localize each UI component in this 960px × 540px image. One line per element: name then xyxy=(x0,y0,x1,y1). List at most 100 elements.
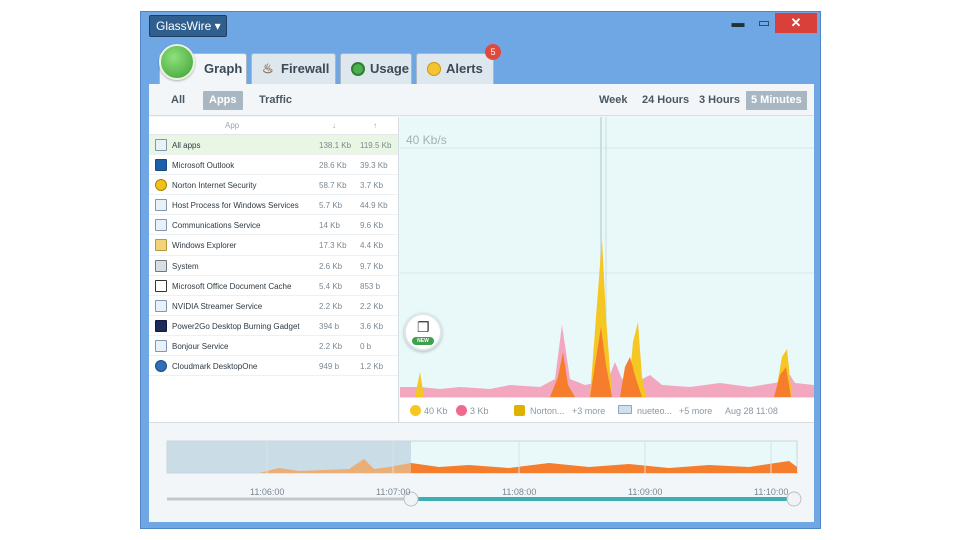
outlook-icon xyxy=(155,159,167,172)
app-name: NVIDIA Streamer Service xyxy=(172,301,263,311)
app-download: 5.4 Kb xyxy=(319,281,343,291)
document-icon xyxy=(155,279,167,292)
legend-app2[interactable]: nueteo... xyxy=(637,406,672,416)
window-icon xyxy=(155,219,167,232)
range-5-minutes[interactable]: 5 Minutes xyxy=(746,91,807,110)
timeline-label-5: 11:10:00 xyxy=(754,487,789,497)
glasswire-menu-button[interactable]: GlassWire ▾ xyxy=(149,15,227,37)
legend-app1-more[interactable]: +3 more xyxy=(572,406,605,416)
app-upload: 0 b xyxy=(360,341,372,351)
timeline-label-1: 11:06:00 xyxy=(250,487,285,497)
app-name: Bonjour Service xyxy=(172,341,229,351)
app-download: 138.1 Kb xyxy=(319,141,352,150)
system-icon xyxy=(155,259,167,272)
cloudmark-icon xyxy=(155,360,167,373)
traffic-graph[interactable]: 40 Kb/s xyxy=(400,117,814,397)
tab-graph-label: Graph xyxy=(204,61,243,76)
legend-timestamp: Aug 28 11:08 xyxy=(725,406,778,416)
range-3-hours[interactable]: 3 Hours xyxy=(694,91,745,110)
header-up[interactable]: ↑ xyxy=(373,121,377,130)
header-app[interactable]: App xyxy=(225,121,239,130)
legend-up-value: 3 Kb xyxy=(470,406,489,416)
app-upload: 9.6 Kb xyxy=(360,221,384,231)
app-name: Windows Explorer xyxy=(172,241,237,251)
app-download: 394 b xyxy=(319,321,340,331)
range-24-hours[interactable]: 24 Hours xyxy=(637,91,694,110)
app-list-row[interactable]: Norton Internet Security 58.7 Kb 3.7 Kb xyxy=(149,175,398,196)
legend-down-value: 40 Kb xyxy=(424,406,448,416)
timeline-label-3: 11:08:00 xyxy=(502,487,537,497)
app-upload: 119.5 Kb xyxy=(360,141,392,150)
app-list-row[interactable]: Microsoft Office Document Cache 5.4 Kb 853… xyxy=(149,276,398,296)
app-upload: 3.6 Kb xyxy=(360,321,384,331)
app-name: Norton Internet Security xyxy=(172,181,257,191)
timeline-canvas[interactable] xyxy=(149,423,814,523)
app-list-row[interactable]: All apps 138.1 Kb 119.5 Kb xyxy=(149,135,398,156)
download-dot-icon xyxy=(410,405,421,416)
app-upload: 3.7 Kb xyxy=(360,181,384,191)
app-list-row[interactable]: Bonjour Service 2.2 Kb 0 b xyxy=(149,336,398,357)
timeline-label-2: 11:07:00 xyxy=(376,487,411,497)
app-name: Communications Service xyxy=(172,221,261,231)
app-list-row[interactable]: System 2.6 Kb 9.7 Kb xyxy=(149,256,398,276)
filter-apps[interactable]: Apps xyxy=(203,91,243,110)
legend-app1[interactable]: Norton... xyxy=(530,406,565,416)
app-list-row[interactable]: Windows Explorer 17.3 Kb 4.4 Kb xyxy=(149,235,398,256)
app-upload: 2.2 Kb xyxy=(360,301,384,311)
filter-all[interactable]: All xyxy=(165,91,191,110)
app-upload: 39.3 Kb xyxy=(360,161,388,171)
app-download: 2.2 Kb xyxy=(319,301,343,311)
minimize-button[interactable]: ▬ xyxy=(727,13,749,33)
glasswire-logo-icon xyxy=(159,44,195,80)
app-name: Power2Go Desktop Burning Gadget xyxy=(172,321,300,331)
header-down[interactable]: ↓ xyxy=(332,121,336,130)
app-upload: 44.9 Kb xyxy=(360,201,388,211)
upload-dot-icon xyxy=(456,405,467,416)
window-icon xyxy=(155,299,167,312)
timeline-label-4: 11:09:00 xyxy=(628,487,663,497)
new-badge: NEW xyxy=(412,337,434,345)
graph-panel: All Apps Traffic Week 24 Hours 3 Hours 5… xyxy=(149,84,814,522)
timeline-end-handle[interactable] xyxy=(786,491,802,507)
app-upload: 1.2 Kb xyxy=(360,362,384,372)
new-app-pin[interactable]: ❐ NEW xyxy=(404,313,442,351)
app-name: Host Process for Windows Services xyxy=(172,201,299,211)
tab-usage[interactable]: Usage xyxy=(340,53,412,84)
app-list-row[interactable]: Power2Go Desktop Burning Gadget 394 b 3.6 … xyxy=(149,316,398,336)
legend-app2-more[interactable]: +5 more xyxy=(679,406,712,416)
explorer-icon xyxy=(155,239,167,252)
app-list-row[interactable]: Cloudmark DesktopOne 949 b 1.2 Kb xyxy=(149,356,398,377)
app-list-row[interactable]: Microsoft Outlook 28.6 Kb 39.3 Kb xyxy=(149,155,398,176)
filter-traffic[interactable]: Traffic xyxy=(253,91,298,110)
app-list-row[interactable]: Communications Service 14 Kb 9.6 Kb xyxy=(149,215,398,236)
tab-alerts[interactable]: Alerts xyxy=(416,53,494,84)
close-button[interactable]: ✕ xyxy=(775,13,817,33)
app-list-row[interactable]: Host Process for Windows Services 5.7 Kb 4… xyxy=(149,195,398,216)
app-upload: 853 b xyxy=(360,281,381,291)
timeline-past-shade xyxy=(167,441,411,473)
tab-firewall[interactable]: ♨ Firewall xyxy=(251,53,336,84)
maximize-button[interactable]: ▭ xyxy=(753,13,775,33)
window-icon xyxy=(618,405,632,414)
glasswire-window: GlassWire ▾ ▬ ▭ ✕ Graph ♨ Firewall Usage… xyxy=(140,11,821,529)
app-download: 2.6 Kb xyxy=(319,261,343,271)
app-download: 14 Kb xyxy=(319,221,340,231)
timeline-overview: 11:06:00 11:07:00 11:08:00 11:09:00 11:1… xyxy=(149,422,814,522)
norton-icon xyxy=(514,405,525,416)
app-upload: 4.4 Kb xyxy=(360,241,384,251)
app-download: 58.7 Kb xyxy=(319,181,347,191)
app-list-row[interactable]: NVIDIA Streamer Service 2.2 Kb 2.2 Kb xyxy=(149,296,398,316)
graph-toolbar: All Apps Traffic Week 24 Hours 3 Hours 5… xyxy=(149,84,814,116)
app-name: System xyxy=(172,261,199,271)
range-week[interactable]: Week xyxy=(594,91,633,110)
app-download: 28.6 Kb xyxy=(319,161,347,171)
norton-icon xyxy=(155,179,167,192)
alerts-count-badge: 5 xyxy=(485,44,501,60)
window-icon xyxy=(155,199,167,212)
app-name: Microsoft Outlook xyxy=(172,161,235,171)
app-download: 949 b xyxy=(319,362,340,372)
app-name: All apps xyxy=(172,141,201,150)
app-name: Microsoft Office Document Cache xyxy=(172,281,292,291)
tab-firewall-label: Firewall xyxy=(281,61,330,76)
window-icon xyxy=(155,139,167,151)
